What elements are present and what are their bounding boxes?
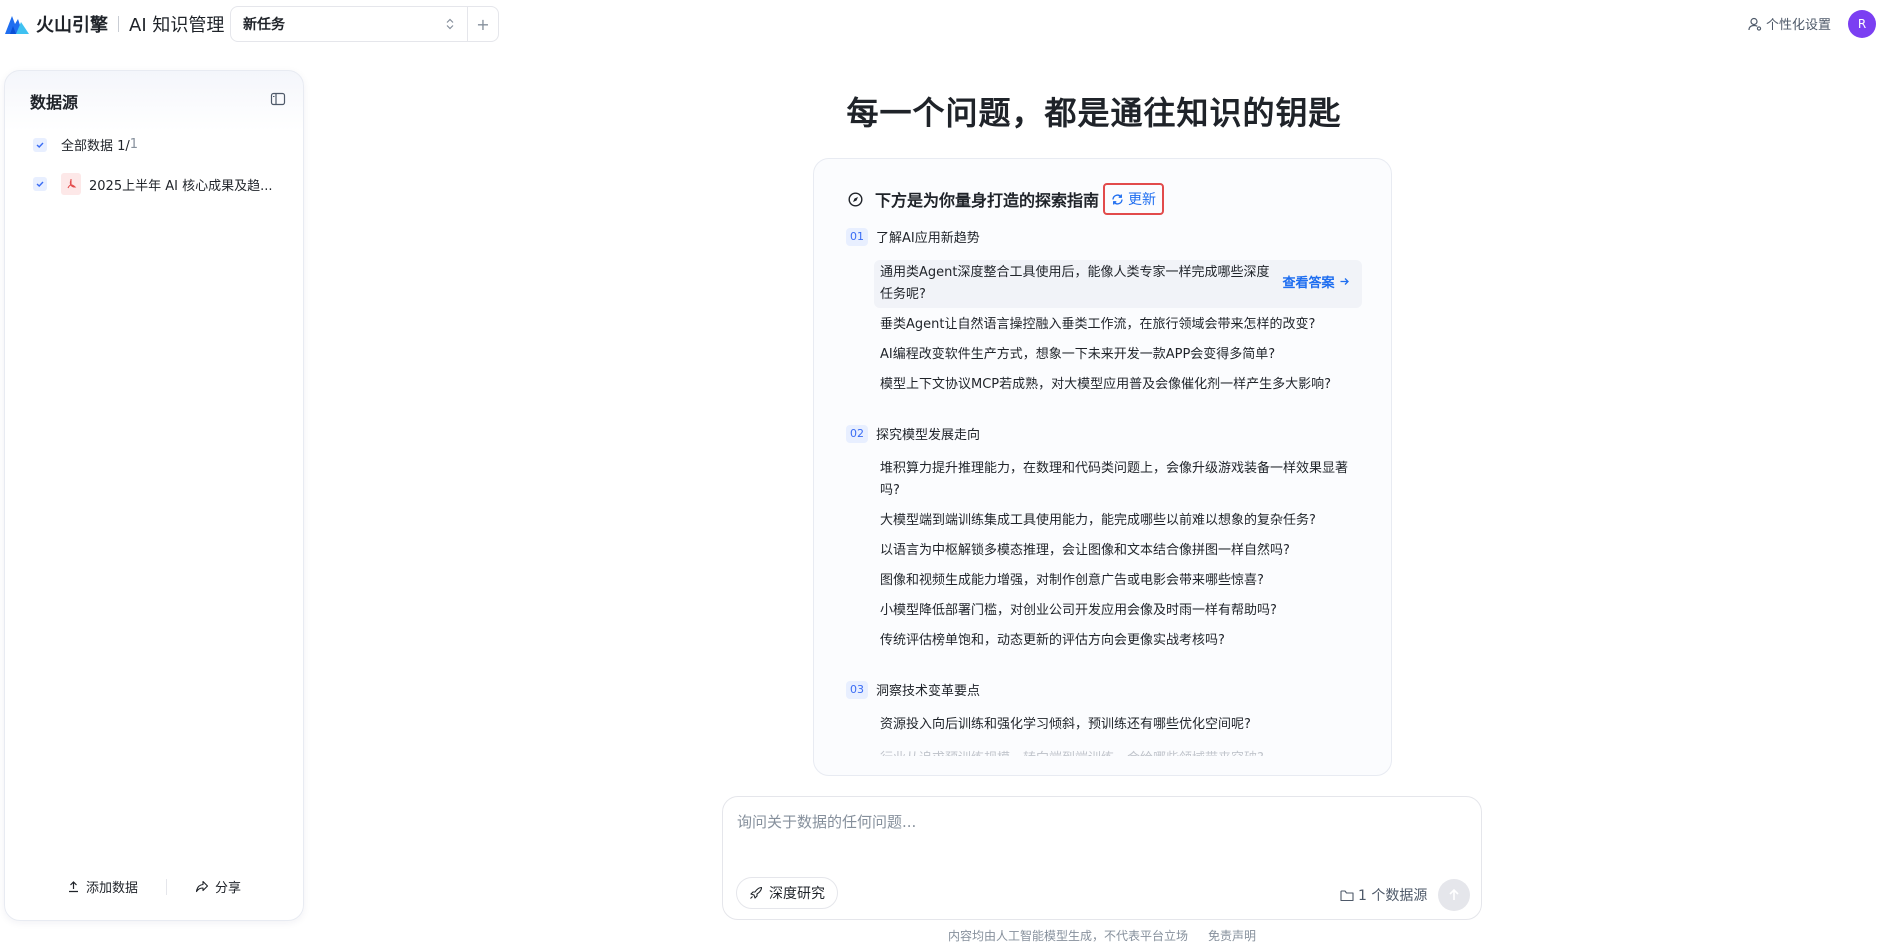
pdf-file-icon bbox=[61, 173, 81, 195]
top-bar: 火山引擎 AI 知识管理 新任务 + 个性化设置 R bbox=[0, 0, 1883, 48]
share-label: 分享 bbox=[215, 881, 242, 896]
volcano-logo-icon bbox=[5, 16, 29, 34]
source-count: 1 bbox=[129, 137, 139, 152]
suggested-question[interactable]: 垂类Agent让自然语言操控融入垂类工作流，在旅行领域会带来怎样的改变? bbox=[880, 314, 1350, 336]
arrow-up-icon bbox=[1449, 888, 1459, 900]
suggested-question[interactable]: 行业从追求预训练规模，转向端到端训练，会给哪些领域带来突破? bbox=[880, 748, 1350, 756]
section-title: 了解AI应用新趋势 bbox=[876, 231, 980, 246]
suggested-question[interactable]: 小模型降低部署门槛，对创业公司开发应用会像及时雨一样有帮助吗? bbox=[880, 600, 1350, 622]
suggested-question[interactable]: AI编程改变软件生产方式，想象一下未来开发一款APP会变得多简单? bbox=[880, 344, 1350, 366]
page-title: 每一个问题，都是通往知识的钥匙 bbox=[846, 94, 1342, 132]
section-number-badge: 03 bbox=[846, 680, 868, 699]
data-source-count-button[interactable]: 1 个数据源 bbox=[1340, 885, 1427, 905]
section-title: 洞察技术变革要点 bbox=[876, 684, 981, 699]
question-composer[interactable]: 询问关于数据的任何问题... 深度研究 1 个数据源 bbox=[722, 796, 1482, 920]
disclaimer-link[interactable]: 免责声明 bbox=[1208, 927, 1256, 944]
personal-settings-button[interactable]: 个性化设置 bbox=[1748, 14, 1831, 33]
guide-section-3: 03 洞察技术变革要点 bbox=[846, 680, 980, 699]
suggested-question[interactable]: 以语言为中枢解锁多模态推理，会让图像和文本结合像拼图一样自然吗? bbox=[880, 540, 1350, 562]
upload-icon bbox=[68, 881, 78, 893]
suggested-question[interactable]: 资源投入向后训练和强化学习倾斜，预训练还有哪些优化空间呢? bbox=[880, 714, 1350, 736]
share-button[interactable]: 分享 bbox=[167, 877, 269, 896]
data-source-sidebar: 数据源 全部数据 1/1 2025上半年 AI 核心成果及趋... 添加数据 分… bbox=[4, 70, 304, 921]
footer-disclaimer: 内容均由人工智能模型生成，不代表平台立场 免责声明 bbox=[948, 927, 1256, 944]
section-number-badge: 02 bbox=[846, 424, 868, 443]
refresh-icon bbox=[1112, 194, 1123, 204]
exploration-guide-card: 下方是为你量身打造的探索指南 更新 01 了解AI应用新趋势 通用类Agent深… bbox=[813, 158, 1392, 776]
section-number-badge: 01 bbox=[846, 227, 868, 246]
deep-research-button[interactable]: 深度研究 bbox=[736, 877, 838, 909]
sidebar-footer: 添加数据 分享 bbox=[5, 877, 303, 896]
compass-icon bbox=[848, 191, 863, 207]
plus-icon: + bbox=[476, 14, 490, 34]
user-settings-icon bbox=[1748, 17, 1762, 31]
add-data-button[interactable]: 添加数据 bbox=[39, 877, 166, 896]
send-button[interactable] bbox=[1438, 879, 1470, 911]
add-data-label: 添加数据 bbox=[85, 881, 138, 896]
suggested-question[interactable]: 大模型端到端训练集成工具使用能力，能完成哪些以前难以想象的复杂任务? bbox=[880, 510, 1350, 532]
source-count-label: 1 个数据源 bbox=[1358, 888, 1428, 904]
brand[interactable]: 火山引擎 AI 知识管理 bbox=[4, 11, 224, 37]
avatar[interactable]: R bbox=[1848, 10, 1876, 38]
question-text: 通用类Agent深度整合工具使用后，能像人类专家一样完成哪些深度任务呢? bbox=[880, 265, 1270, 302]
share-icon bbox=[195, 880, 209, 893]
brand-divider bbox=[118, 16, 119, 32]
view-answer-label: 查看答案 bbox=[1282, 276, 1335, 291]
suggested-question[interactable]: 通用类Agent深度整合工具使用后，能像人类专家一样完成哪些深度任务呢? 查看答… bbox=[874, 260, 1362, 308]
section-title: 探究模型发展走向 bbox=[876, 428, 981, 443]
arrow-right-icon bbox=[1340, 278, 1349, 285]
suggested-question[interactable]: 图像和视频生成能力增强，对制作创意广告或电影会带来哪些惊喜? bbox=[880, 570, 1350, 592]
checkbox-checked-icon[interactable] bbox=[33, 177, 47, 191]
task-select[interactable]: 新任务 bbox=[230, 6, 468, 42]
folder-icon bbox=[1340, 889, 1354, 901]
add-task-button[interactable]: + bbox=[467, 6, 499, 42]
checkbox-checked-icon[interactable] bbox=[33, 137, 47, 152]
guide-title: 下方是为你量身打造的探索指南 bbox=[875, 191, 1100, 210]
rocket-icon bbox=[750, 886, 763, 899]
suggested-question[interactable]: 传统评估榜单饱和，动态更新的评估方向会更像实战考核吗? bbox=[880, 630, 1350, 652]
suggested-question[interactable]: 模型上下文协议MCP若成熟，对大模型应用普及会像催化剂一样产生多大影响? bbox=[880, 374, 1350, 396]
guide-section-1: 01 了解AI应用新趋势 bbox=[846, 227, 980, 246]
refresh-label: 更新 bbox=[1128, 192, 1157, 208]
brand-name: 火山引擎 bbox=[36, 15, 108, 36]
product-name: AI 知识管理 bbox=[129, 15, 225, 36]
personal-settings-label: 个性化设置 bbox=[1766, 18, 1832, 33]
source-item-all[interactable]: 全部数据 1/1 bbox=[33, 135, 138, 154]
suggested-question[interactable]: 堆积算力提升推理能力，在数理和代码类问题上，会像升级游戏装备一样效果显著吗? bbox=[880, 458, 1350, 502]
deep-research-label: 深度研究 bbox=[769, 886, 825, 902]
source-item-label: 全部数据 1/ bbox=[61, 139, 130, 154]
guide-header: 下方是为你量身打造的探索指南 更新 bbox=[848, 183, 1165, 215]
guide-section-2: 02 探究模型发展走向 bbox=[846, 424, 980, 443]
source-item-pdf[interactable]: 2025上半年 AI 核心成果及趋... bbox=[33, 173, 272, 195]
refresh-guide-button[interactable]: 更新 bbox=[1103, 183, 1165, 215]
source-item-label: 2025上半年 AI 核心成果及趋... bbox=[89, 178, 273, 194]
task-select-value: 新任务 bbox=[243, 17, 285, 33]
disclaimer-text: 内容均由人工智能模型生成，不代表平台立场 bbox=[948, 929, 1189, 943]
question-input[interactable]: 询问关于数据的任何问题... bbox=[737, 811, 916, 832]
view-answer-link[interactable]: 查看答案 bbox=[1276, 273, 1350, 295]
chevron-updown-icon bbox=[445, 18, 455, 31]
